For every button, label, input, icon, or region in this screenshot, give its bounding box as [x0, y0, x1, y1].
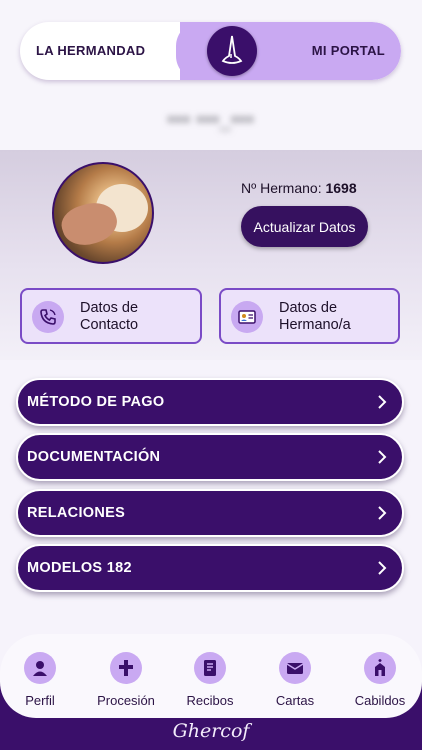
tab-perfil[interactable]: Perfil — [0, 652, 80, 712]
card-line1: Datos de — [80, 300, 139, 316]
tab-label: Perfil — [25, 693, 55, 708]
tab-label: Procesión — [97, 693, 155, 708]
menu-item-models-182[interactable]: MODELOS 182 — [16, 544, 404, 592]
chevron-right-icon — [378, 561, 387, 575]
menu-item-documentation[interactable]: DOCUMENTACIÓN — [16, 433, 404, 481]
tab-label: Cabildos — [354, 693, 406, 708]
church-icon — [364, 652, 396, 684]
receipt-icon — [194, 652, 226, 684]
menu-item-payment-method[interactable]: MÉTODO DE PAGO — [16, 378, 404, 426]
menu-item-label: RELACIONES — [27, 505, 126, 521]
cross-icon — [110, 652, 142, 684]
contact-card-label: Datos de Contacto — [80, 300, 138, 334]
tab-cartas[interactable]: Cartas — [255, 652, 335, 712]
card-line1: Datos de — [279, 300, 338, 316]
menu-item-label: MÉTODO DE PAGO — [27, 394, 165, 410]
chevron-right-icon — [378, 450, 387, 464]
member-number-prefix: Nº Hermano: — [241, 180, 322, 196]
card-line2: Hermano/a — [279, 317, 351, 333]
tab-label: Cartas — [275, 693, 315, 708]
brand-logo: Ghercof — [172, 720, 250, 742]
menu-item-relations[interactable]: RELACIONES — [16, 489, 404, 537]
member-number-value: 1698 — [325, 180, 357, 196]
toggle-knob[interactable] — [207, 26, 257, 76]
update-data-button[interactable]: Actualizar Datos — [241, 206, 368, 247]
member-number: Nº Hermano: 1698 — [241, 180, 357, 196]
menu-item-label: DOCUMENTACIÓN — [27, 449, 161, 465]
bottom-tab-bar: Perfil Procesión Recibos Cartas Cabildos — [0, 634, 422, 718]
tab-cabildos[interactable]: Cabildos — [340, 652, 420, 712]
id-card-icon — [231, 301, 263, 333]
card-line2: Contacto — [80, 317, 139, 333]
avatar[interactable] — [52, 162, 154, 264]
toggle-option-mi-portal[interactable]: MI PORTAL — [312, 43, 385, 58]
tab-recibos[interactable]: Recibos — [170, 652, 250, 712]
chevron-right-icon — [378, 395, 387, 409]
username-masked: ••• •••_••• — [167, 110, 255, 131]
menu-item-label: MODELOS 182 — [27, 560, 132, 576]
mail-icon — [279, 652, 311, 684]
tab-label: Recibos — [186, 693, 234, 708]
toggle-option-hermandad[interactable]: LA HERMANDAD — [36, 43, 145, 58]
contact-data-card[interactable]: Datos de Contacto — [20, 288, 202, 344]
member-card-label: Datos de Hermano/a — [279, 300, 351, 334]
member-data-card[interactable]: Datos de Hermano/a — [219, 288, 400, 344]
portal-toggle[interactable]: LA HERMANDAD MI PORTAL — [20, 22, 401, 80]
chevron-right-icon — [378, 506, 387, 520]
phone-icon — [32, 301, 64, 333]
tab-procesion[interactable]: Procesión — [86, 652, 166, 712]
user-icon — [24, 652, 56, 684]
capirote-icon — [221, 35, 243, 64]
